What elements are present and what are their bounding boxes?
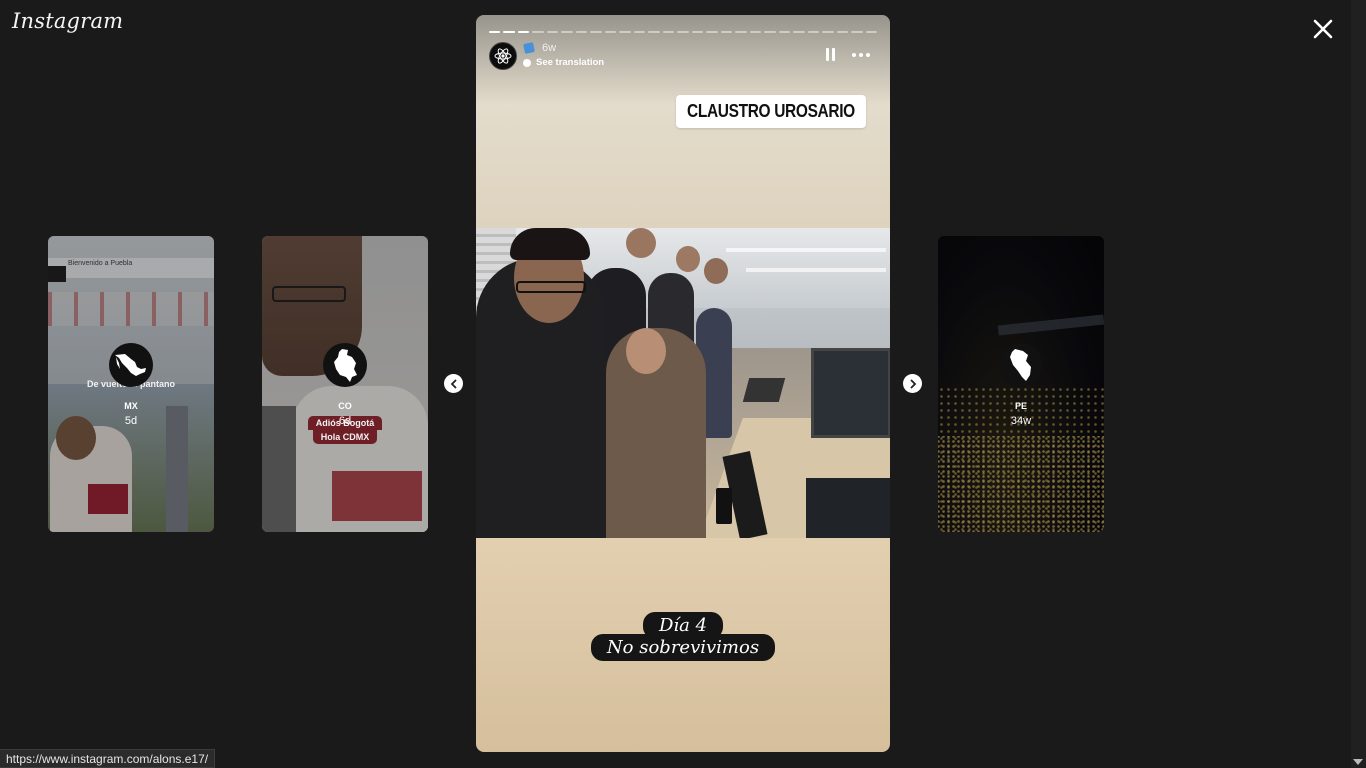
story-preview-mx[interactable]: Bienvenido a Puebla De vuelto al pantano… (48, 236, 214, 532)
chevron-left-icon (450, 379, 456, 388)
progress-segment (633, 31, 646, 33)
story-avatar-colombia (323, 343, 367, 387)
progress-segment (590, 31, 602, 33)
previous-story-button[interactable] (444, 374, 463, 393)
story-timestamp: 34w (1010, 415, 1032, 427)
progress-segment (778, 31, 791, 33)
progress-segment (720, 31, 733, 33)
story-timestamp: 6d (338, 415, 352, 427)
translate-icon (523, 58, 531, 67)
status-url: https://www.instagram.com/alons.e17/ (0, 749, 216, 768)
progress-segment (749, 31, 762, 33)
story-avatar-mexico (109, 343, 153, 387)
progress-segment (517, 31, 530, 33)
more-icon-dot (859, 53, 863, 57)
progress-segment (575, 31, 588, 33)
story-caption-line2: No sobrevivimos (476, 634, 890, 661)
close-button[interactable] (1308, 14, 1338, 44)
location-label: CLAUSTRO UROSARIO (687, 101, 855, 121)
pause-icon-bar (832, 48, 835, 61)
story-timestamp: 5d (124, 415, 138, 427)
progress-segment (793, 31, 805, 33)
progress-segment (619, 31, 631, 33)
instagram-logo[interactable]: Instagram (12, 9, 123, 33)
pause-button[interactable] (826, 48, 838, 62)
progress-segment (662, 31, 675, 33)
progress-segment (822, 31, 834, 33)
close-icon (1313, 19, 1333, 39)
story-avatar[interactable] (489, 42, 517, 70)
scroll-down-arrow-icon[interactable] (1353, 759, 1363, 765)
progress-segment (546, 31, 559, 33)
story-username: MX (124, 401, 138, 411)
story-photo (476, 228, 890, 538)
mexico-map-icon (115, 354, 146, 376)
story-preview-co[interactable]: Adiós Bogotá Hola CDMX CO 6d (262, 236, 428, 532)
progress-segment (648, 31, 660, 33)
active-story[interactable]: 6w See translation CLAUSTRO UROSARIO Día… (476, 15, 890, 752)
progress-segment (561, 31, 573, 33)
caption-text: No sobrevivimos (590, 634, 776, 661)
story-avatar-peru (999, 343, 1043, 387)
progress-segment (807, 31, 820, 33)
progress-segment (691, 31, 704, 33)
progress-segment (764, 31, 776, 33)
progress-segment (836, 31, 849, 33)
progress-segment (604, 31, 617, 33)
progress-segment (865, 31, 878, 33)
location-sticker[interactable]: CLAUSTRO UROSARIO (676, 95, 866, 128)
progress-segment (677, 31, 689, 33)
progress-segment (735, 31, 747, 33)
caption-line: Hola CDMX (312, 430, 378, 444)
next-story-button[interactable] (903, 374, 922, 393)
flag-icon (523, 42, 535, 54)
peru-map-icon (1010, 349, 1031, 381)
story-timestamp: 6w (542, 42, 557, 54)
more-icon (852, 53, 856, 57)
more-icon-dot (866, 53, 870, 57)
chevron-right-icon (910, 379, 916, 388)
colombia-map-icon (334, 349, 357, 382)
story-preview-pe[interactable]: PE 34w (938, 236, 1104, 532)
progress-segment (851, 31, 863, 33)
scrollbar[interactable] (1351, 0, 1366, 768)
see-translation-label: See translation (536, 57, 605, 68)
pause-icon (826, 48, 829, 61)
see-translation-link[interactable]: See translation (523, 57, 604, 68)
location-pin-icon (678, 107, 688, 116)
progress-segment (503, 31, 515, 33)
story-username: PE (1014, 401, 1027, 411)
atom-icon (494, 48, 512, 64)
story-progress-bar (489, 31, 878, 33)
more-options-button[interactable] (852, 53, 870, 59)
progress-segment (706, 31, 718, 33)
story-username: CO (338, 401, 352, 411)
progress-segment (489, 31, 501, 33)
progress-segment (532, 31, 544, 33)
